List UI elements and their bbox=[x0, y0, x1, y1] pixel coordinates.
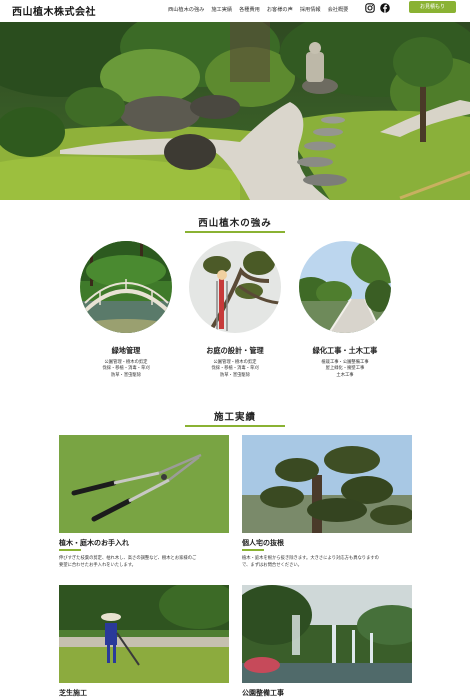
work-title-4[interactable]: 公園整備工事 bbox=[242, 688, 284, 698]
nav-item-recruit[interactable]: 採用情報 bbox=[300, 6, 321, 13]
strengths-title: 西山植木の強み bbox=[198, 218, 272, 229]
nav-item-strengths[interactable]: 西山植木の強み bbox=[168, 6, 204, 13]
site-logo[interactable]: 西山植木株式会社 bbox=[12, 3, 96, 18]
nav-item-testimonials[interactable]: お客様の声 bbox=[267, 6, 293, 13]
work-desc-1: 伸びすぎた枝葉の剪定、枯れ木し、高さの調整など、樹木とお家様のご 要望に合わせた… bbox=[59, 556, 197, 568]
estimate-button[interactable]: お見積もり bbox=[409, 1, 456, 13]
work-image-pruning[interactable] bbox=[59, 435, 229, 533]
work-title-underline-1 bbox=[59, 549, 81, 551]
strength-desc-3: 植栽工事・公園整備工事 屋上緑化・擁壁工事 土木工事 bbox=[321, 360, 369, 378]
hero-image bbox=[0, 22, 470, 200]
nav-item-works[interactable]: 施工実績 bbox=[211, 6, 232, 13]
strength-image-green-management bbox=[80, 241, 172, 333]
work-title-3[interactable]: 芝生施工 bbox=[59, 688, 87, 698]
main-nav: 西山植木の強み 施工実績 各種費用 お客様の声 採用情報 会社概要 bbox=[168, 6, 348, 13]
work-title-2[interactable]: 個人宅の抜根 bbox=[242, 538, 284, 548]
social-links bbox=[365, 3, 390, 13]
work-desc-2: 植木・庭木を根から抜き除きます。大きさにより対応方も異なりますの で、まずはお問… bbox=[242, 556, 379, 568]
instagram-icon[interactable] bbox=[365, 3, 375, 13]
site-header: 西山植木株式会社 西山植木の強み 施工実績 各種費用 お客様の声 採用情報 会社… bbox=[0, 0, 470, 22]
nav-item-company[interactable]: 会社概要 bbox=[328, 6, 349, 13]
works-title: 施工実績 bbox=[213, 412, 256, 423]
strength-image-garden-design bbox=[189, 241, 281, 333]
nav-item-pricing[interactable]: 各種費用 bbox=[239, 6, 260, 13]
work-title-1[interactable]: 植木・庭木のお手入れ bbox=[59, 538, 129, 548]
strength-title-3: 緑化工事・土木工事 bbox=[312, 346, 378, 355]
facebook-icon[interactable] bbox=[380, 3, 390, 13]
strength-image-greening-civil bbox=[299, 241, 391, 333]
strengths-title-underline bbox=[185, 231, 285, 233]
work-image-lawn[interactable] bbox=[59, 585, 229, 683]
work-image-park[interactable] bbox=[242, 585, 412, 683]
work-title-underline-2 bbox=[242, 549, 264, 551]
works-title-underline bbox=[185, 425, 285, 427]
work-image-stump-removal[interactable] bbox=[242, 435, 412, 533]
